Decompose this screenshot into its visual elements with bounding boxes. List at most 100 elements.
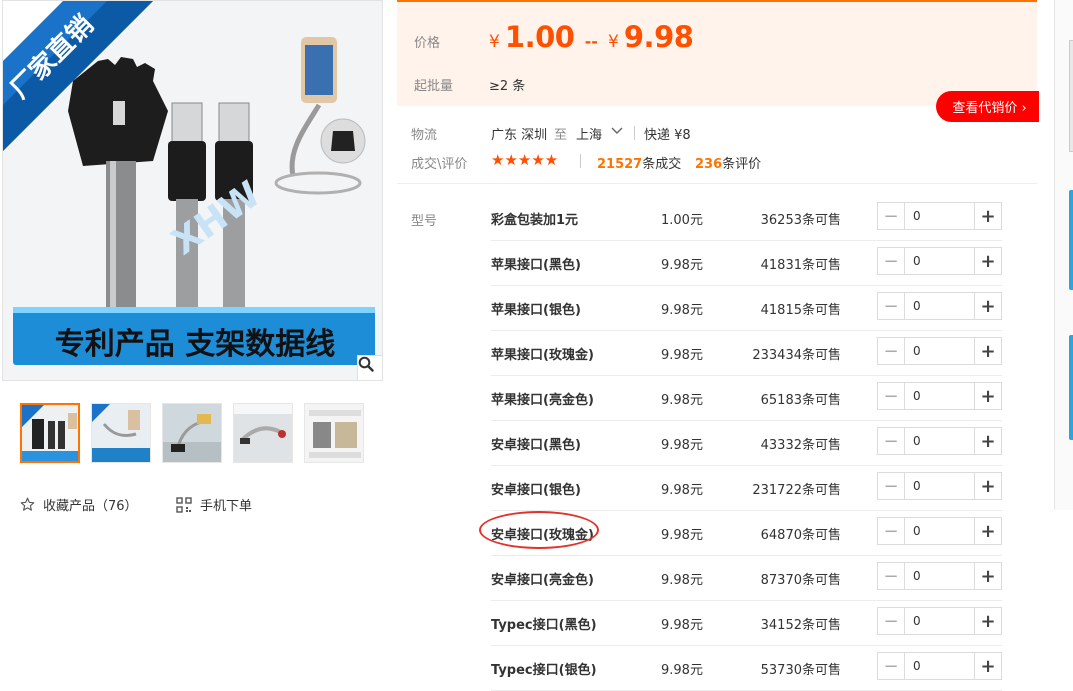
decrease-button[interactable]: − <box>878 473 905 499</box>
quantity-input[interactable] <box>905 383 974 409</box>
increase-button[interactable]: + <box>974 563 1001 589</box>
thumbnail-2[interactable] <box>91 403 151 463</box>
sku-stock: 87370条可售 <box>760 573 841 588</box>
quantity-input[interactable] <box>905 248 974 274</box>
sku-name: 苹果接口(亮金色) <box>491 393 594 408</box>
decrease-button[interactable]: − <box>878 383 905 409</box>
quantity-stepper: −+ <box>877 382 1002 410</box>
product-photo: 厂家直销 XHW 专利产品 支架数据线 <box>3 1 382 380</box>
price-range: ¥ 1.00 -- ¥ 9.98 <box>489 20 694 54</box>
sku-row: 安卓接口(黑色)9.98元43332条可售−+ <box>491 420 1002 466</box>
sku-row: 苹果接口(亮金色)9.98元65183条可售−+ <box>491 375 1002 421</box>
sku-row: 安卓接口(玫瑰金)9.98元64870条可售−+ <box>491 510 1002 556</box>
decrease-button[interactable]: − <box>878 293 905 319</box>
decrease-button[interactable]: − <box>878 338 905 364</box>
quantity-stepper: −+ <box>877 652 1002 680</box>
sku-name: 安卓接口(亮金色) <box>491 573 594 588</box>
quantity-input[interactable] <box>905 203 974 229</box>
decrease-button[interactable]: − <box>878 563 905 589</box>
quantity-input[interactable] <box>905 518 974 544</box>
sku-name: 苹果接口(玫瑰金) <box>491 348 594 363</box>
increase-button[interactable]: + <box>974 518 1001 544</box>
increase-button[interactable]: + <box>974 383 1001 409</box>
reviews-count: 236 <box>695 157 723 172</box>
decrease-button[interactable]: − <box>878 248 905 274</box>
sku-row: 安卓接口(亮金色)9.98元87370条可售−+ <box>491 555 1002 601</box>
quantity-input[interactable] <box>905 338 974 364</box>
decrease-button[interactable]: − <box>878 518 905 544</box>
sku-stock: 43332条可售 <box>760 438 841 453</box>
quantity-input[interactable] <box>905 608 974 634</box>
rating-stars[interactable]: ★★★★★ <box>491 151 558 169</box>
mobile-order-button[interactable]: 手机下单 <box>176 495 252 514</box>
sku-row: Typec接口(黑色)9.98元34152条可售−+ <box>491 600 1002 646</box>
sku-price: 1.00元 <box>661 213 703 228</box>
sku-price: 9.98元 <box>661 438 703 453</box>
magnifier-icon[interactable] <box>357 355 382 380</box>
moq-value: ≥2 条 <box>489 79 526 94</box>
quantity-input[interactable] <box>905 293 974 319</box>
quantity-input[interactable] <box>905 653 974 679</box>
sku-price: 9.98元 <box>661 348 703 363</box>
sku-price: 9.98元 <box>661 303 703 318</box>
side-thumbnail[interactable] <box>1069 190 1073 290</box>
chevron-down-icon[interactable] <box>611 127 623 135</box>
sku-row: 苹果接口(银色)9.98元41815条可售−+ <box>491 285 1002 331</box>
increase-button[interactable]: + <box>974 293 1001 319</box>
increase-button[interactable]: + <box>974 203 1001 229</box>
right-side-panel <box>1054 0 1073 510</box>
increase-button[interactable]: + <box>974 248 1001 274</box>
price-high: 9.98 <box>623 20 694 54</box>
increase-button[interactable]: + <box>974 473 1001 499</box>
thumbnail-1[interactable] <box>20 403 80 463</box>
mobile-order-label: 手机下单 <box>200 499 253 514</box>
reviews-suffix: 条评价 <box>722 157 762 172</box>
quantity-stepper: −+ <box>877 562 1002 590</box>
thumbnail-3[interactable] <box>162 403 222 463</box>
side-thumbnail[interactable] <box>1069 335 1073 440</box>
section-divider <box>397 183 1037 184</box>
sku-label: 型号 <box>411 214 438 229</box>
sku-stock: 65183条可售 <box>760 393 841 408</box>
increase-button[interactable]: + <box>974 338 1001 364</box>
side-thumbnail[interactable] <box>1069 40 1073 152</box>
quantity-input[interactable] <box>905 563 974 589</box>
sku-price: 9.98元 <box>661 393 703 408</box>
sku-row: 苹果接口(黑色)9.98元41831条可售−+ <box>491 240 1002 286</box>
star-outline-icon <box>20 497 35 511</box>
price-low: 1.00 <box>504 20 575 54</box>
quantity-input[interactable] <box>905 428 974 454</box>
sku-name: 安卓接口(银色) <box>491 483 581 498</box>
deals-count-link[interactable]: 21527条成交 <box>597 153 681 172</box>
sku-price: 9.98元 <box>661 618 703 633</box>
quantity-input[interactable] <box>905 473 974 499</box>
decrease-button[interactable]: − <box>878 428 905 454</box>
increase-button[interactable]: + <box>974 653 1001 679</box>
qr-code-icon <box>176 496 192 513</box>
sku-stock: 64870条可售 <box>760 528 841 543</box>
sku-price: 9.98元 <box>661 258 703 273</box>
sku-stock: 41831条可售 <box>760 258 841 273</box>
quantity-stepper: −+ <box>877 517 1002 545</box>
favorite-product-button[interactable]: 收藏产品（76） <box>20 495 138 514</box>
decrease-button[interactable]: − <box>878 203 905 229</box>
decrease-button[interactable]: − <box>878 653 905 679</box>
sku-stock: 233434条可售 <box>752 348 841 363</box>
increase-button[interactable]: + <box>974 608 1001 634</box>
reviews-count-link[interactable]: 236条评价 <box>695 153 761 172</box>
sku-name: 安卓接口(玫瑰金) <box>491 528 594 543</box>
thumbnail-4[interactable] <box>233 403 293 463</box>
sku-row: 安卓接口(银色)9.98元231722条可售−+ <box>491 465 1002 511</box>
view-dropship-price-button[interactable]: 查看代销价 › <box>936 91 1039 122</box>
quantity-stepper: −+ <box>877 337 1002 365</box>
main-product-image[interactable]: 厂家直销 XHW 专利产品 支架数据线 <box>2 0 383 381</box>
logistics-label: 物流 <box>411 128 438 143</box>
price-panel: 价格 ¥ 1.00 -- ¥ 9.98 起批量 ≥2 条 <box>397 0 1037 106</box>
currency-symbol: ¥ <box>489 32 500 52</box>
review-label: 成交\评价 <box>411 157 468 172</box>
thumbnail-5[interactable] <box>304 403 364 463</box>
decrease-button[interactable]: − <box>878 608 905 634</box>
increase-button[interactable]: + <box>974 428 1001 454</box>
ship-to-select[interactable]: 上海 <box>576 124 602 143</box>
divider <box>580 154 581 168</box>
